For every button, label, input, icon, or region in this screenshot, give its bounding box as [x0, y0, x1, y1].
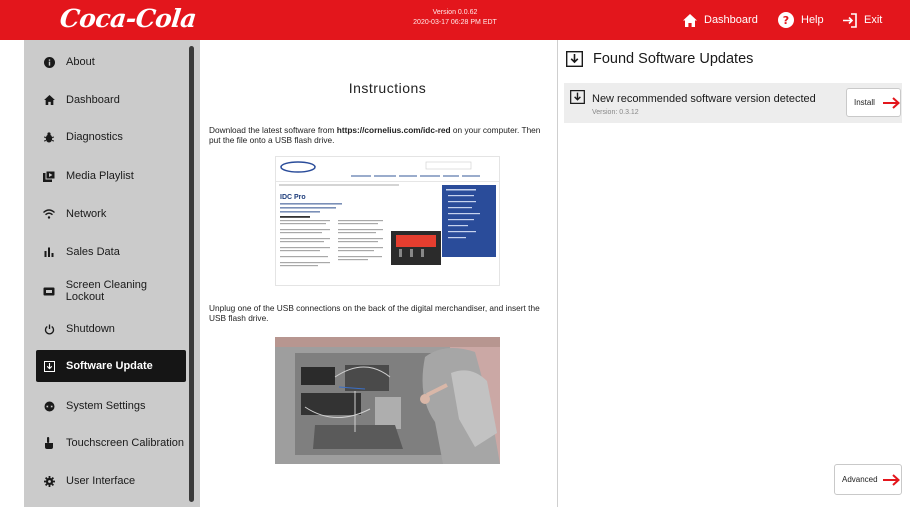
update-item: New recommended software version detecte…: [564, 83, 902, 123]
sidebar-item-label: Sales Data: [66, 246, 120, 258]
updates-title: Found Software Updates: [566, 51, 753, 67]
sidebar-item-label: Network: [66, 208, 107, 220]
sidebar-item-label: Media Playlist: [66, 170, 134, 182]
exit-icon: [843, 12, 857, 28]
home-icon: [42, 93, 56, 107]
sidebar-item-about[interactable]: About: [36, 46, 186, 78]
instructions-title: Instructions: [348, 80, 427, 96]
home-icon: [683, 13, 697, 27]
usb-install-photo: [275, 337, 500, 464]
version-label: Version 0.0.62: [432, 9, 478, 16]
sidebar-item-software-update[interactable]: Software Update: [36, 350, 186, 382]
touch-icon: [42, 436, 56, 450]
sidebar-item-label: Screen Cleaning Lockout: [65, 279, 148, 303]
download-icon: [42, 359, 56, 373]
wifi-icon: [42, 207, 56, 221]
dashboard-button[interactable]: Dashboard: [683, 10, 758, 30]
sidebar-item-media-playlist[interactable]: Media Playlist: [36, 160, 186, 192]
install-button[interactable]: Install: [846, 88, 901, 117]
website-screenshot: IDC Pro: [275, 156, 500, 286]
sidebar-item-system-settings[interactable]: System Settings: [36, 390, 186, 422]
sidebar-item-screen-cleaning-lockout[interactable]: Screen Cleaning Lockout: [36, 275, 186, 307]
advanced-label: Advanced: [842, 475, 878, 484]
sidebar-item-label: Touchscreen Calibration: [66, 437, 185, 449]
exit-button[interactable]: Exit: [842, 10, 882, 30]
version-info: Version 0.0.62 2020-03-17 06:28 PM EDT: [390, 8, 520, 28]
exit-label: Exit: [864, 14, 883, 26]
sidebar-item-label: User Interface: [66, 475, 136, 487]
power-icon: [42, 322, 56, 336]
install-label: Install: [854, 98, 875, 107]
instructions-step-2: Unplug one of the USB connections on the…: [209, 303, 540, 323]
info-icon: [42, 55, 56, 69]
help-button[interactable]: ? Help: [778, 10, 824, 30]
sidebar-item-label: Software Update: [66, 360, 153, 372]
help-icon: ?: [778, 12, 794, 28]
sidebar-item-touchscreen-calibration[interactable]: Touchscreen Calibration: [36, 427, 186, 459]
screen-lock-icon: [42, 284, 56, 298]
sidebar-item-label: About: [66, 56, 95, 68]
download-icon: [570, 90, 585, 104]
download-url: https://cornelius.com/idc-red: [336, 125, 451, 135]
sidebar-item-label: Dashboard: [66, 94, 120, 106]
sidebar-item-label: Shutdown: [66, 323, 115, 335]
bar-chart-icon: [42, 245, 56, 259]
update-version: Version: 0.3.12: [592, 109, 639, 116]
timestamp: 2020-03-17 06:28 PM EDT: [413, 19, 497, 26]
settings-icon: [42, 399, 56, 413]
sidebar-item-sales-data[interactable]: Sales Data: [36, 236, 186, 268]
coca-cola-logo: Coca-Cola: [58, 4, 198, 33]
sidebar-item-network[interactable]: Network: [36, 198, 186, 230]
dashboard-label: Dashboard: [704, 14, 758, 26]
updates-title-text: Found Software Updates: [593, 51, 754, 67]
sidebar: About Dashboard Diagnostics Media Playli…: [24, 40, 200, 507]
media-icon: [42, 169, 56, 183]
arrow-right-icon: [882, 473, 900, 486]
sidebar-item-user-interface[interactable]: User Interface: [36, 465, 186, 497]
instructions-step-1: Download the latest software from https:…: [209, 125, 541, 145]
website-heading: IDC Pro: [280, 194, 306, 201]
top-bar: Coca-Cola Version 0.0.62 2020-03-17 06:2…: [0, 0, 910, 40]
sidebar-scrollbar[interactable]: [189, 46, 194, 502]
advanced-button[interactable]: Advanced: [834, 464, 902, 495]
sidebar-item-dashboard[interactable]: Dashboard: [36, 84, 186, 116]
help-label: Help: [801, 14, 824, 26]
sidebar-item-shutdown[interactable]: Shutdown: [36, 313, 186, 345]
gear-icon: [42, 474, 56, 488]
bug-icon: [42, 130, 56, 144]
updates-panel: Found Software Updates New recommended s…: [558, 40, 910, 507]
sidebar-item-label: Diagnostics: [66, 131, 123, 143]
download-icon: [566, 51, 583, 67]
sidebar-item-diagnostics[interactable]: Diagnostics: [36, 121, 186, 153]
update-message: New recommended software version detecte…: [592, 93, 816, 105]
instructions-panel: Instructions Download the latest softwar…: [200, 40, 557, 507]
svg-text:?: ?: [783, 14, 789, 27]
sidebar-item-label: System Settings: [66, 400, 146, 412]
arrow-right-icon: [882, 96, 900, 109]
